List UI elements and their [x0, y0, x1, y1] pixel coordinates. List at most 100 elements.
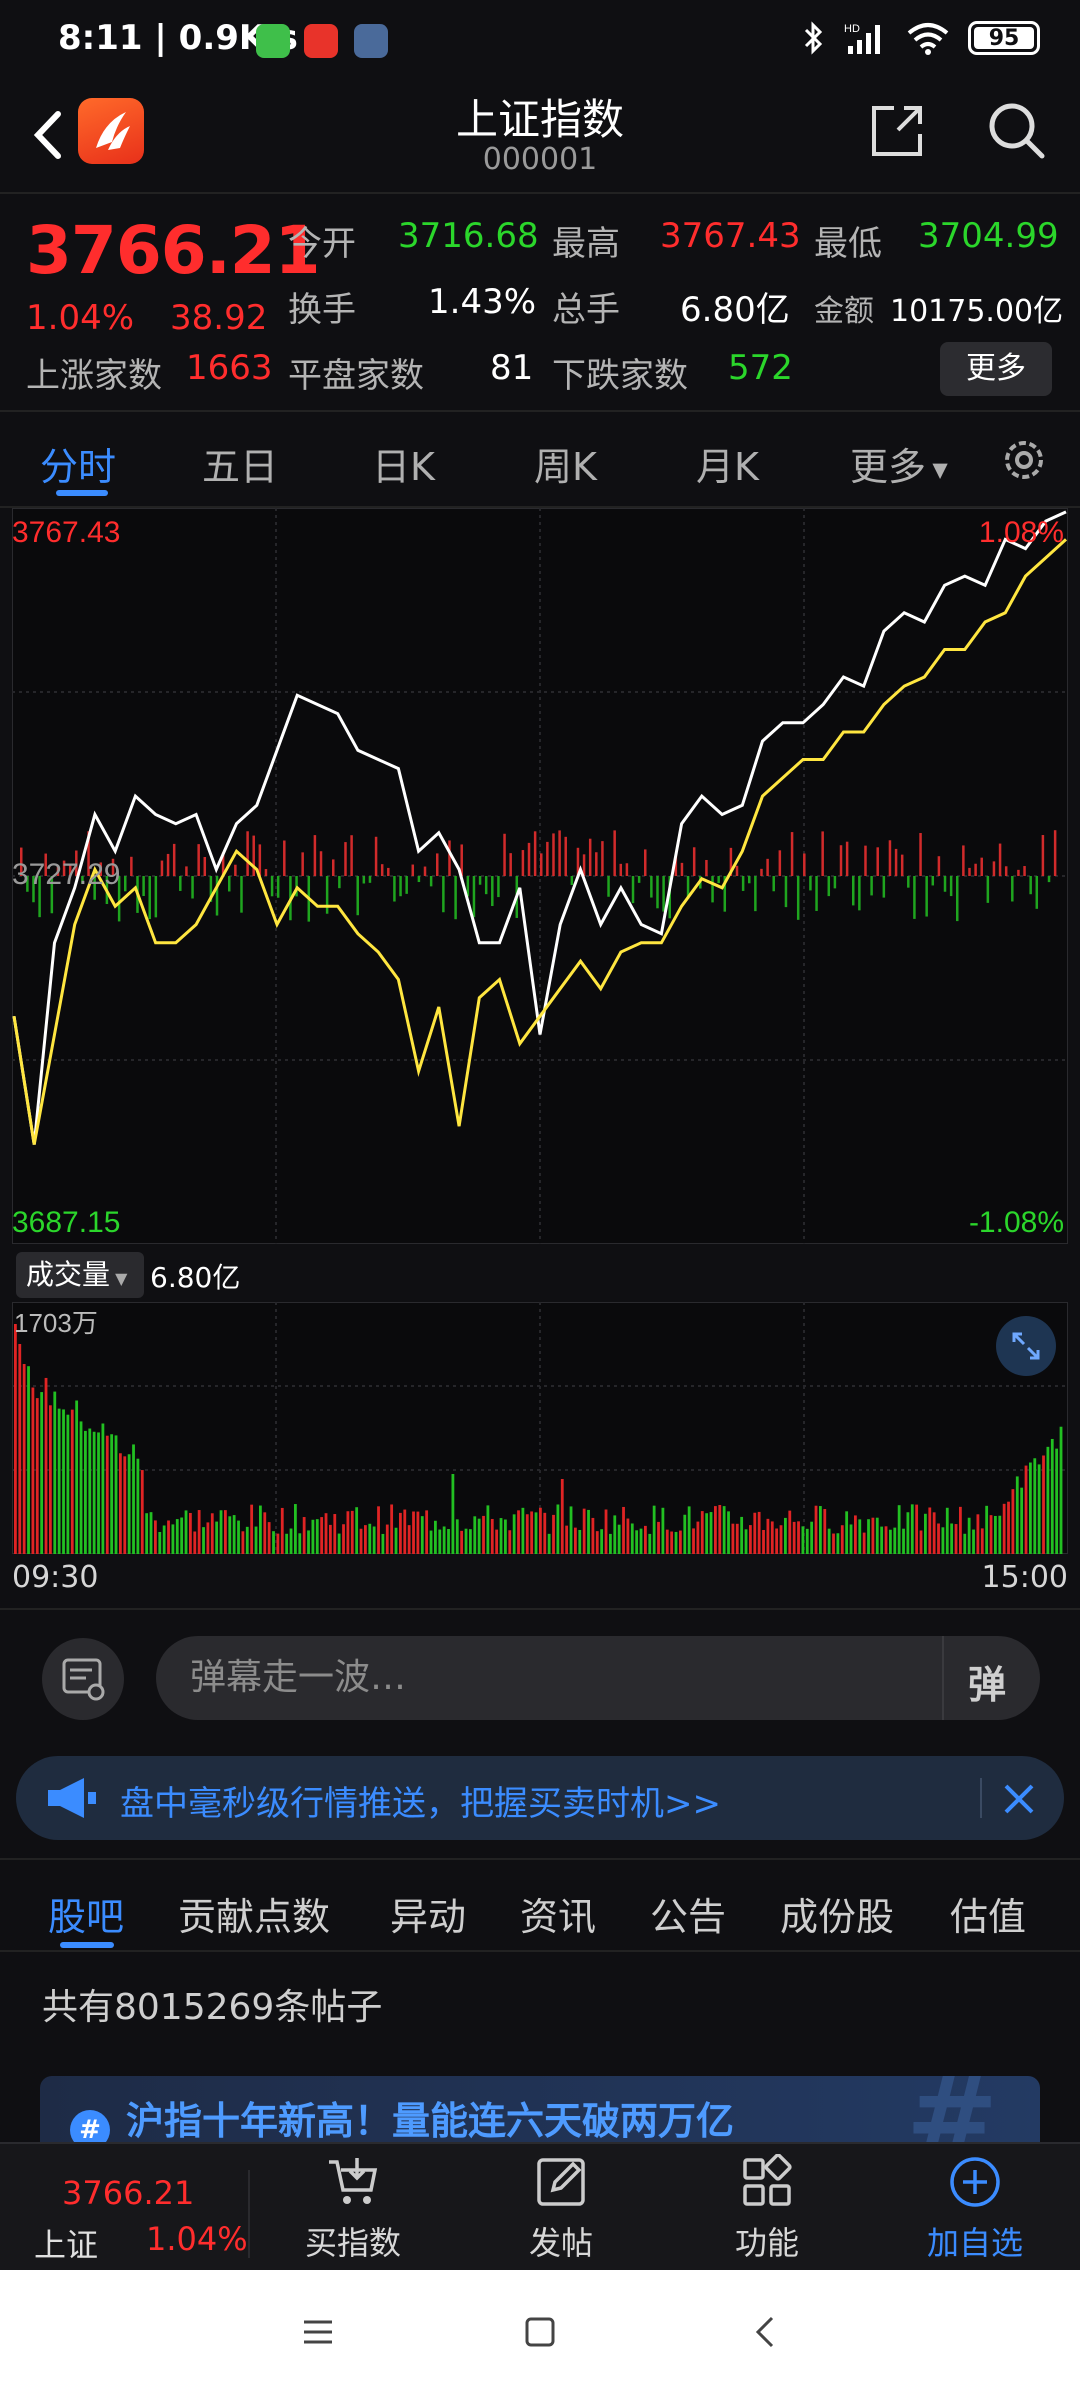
volume-bar — [44, 1377, 48, 1554]
sell-flow-bar — [325, 876, 329, 914]
sell-flow-bar — [784, 876, 788, 908]
volume-bar — [403, 1509, 407, 1554]
subtab-valuation[interactable]: 估值 — [950, 1886, 1026, 1941]
volume-bar — [40, 1392, 44, 1554]
functions-button[interactable]: 功能 — [702, 2154, 832, 2270]
danmaku-list-icon[interactable] — [42, 1638, 124, 1720]
volume-bar — [696, 1521, 700, 1554]
volume-bar — [945, 1507, 949, 1554]
mini-price: 3766.21 — [62, 2174, 195, 2212]
buy-flow-bar — [423, 866, 427, 876]
buy-flow-bar — [766, 858, 769, 876]
buy-flow-bar — [436, 853, 439, 876]
post-button[interactable]: 发帖 — [496, 2154, 626, 2270]
chart-top-percent: 1.08% — [979, 516, 1064, 549]
intraday-chart[interactable]: 3767.43 3727.29 3687.15 1.08% -1.08% — [12, 508, 1068, 1244]
volume-bar — [62, 1409, 65, 1554]
add-watchlist-button[interactable]: 加自选 — [910, 2154, 1040, 2270]
buy-flow-bar — [521, 850, 525, 876]
volume-bar — [337, 1533, 341, 1554]
buy-flow-bar — [760, 868, 763, 876]
volume-chart[interactable]: 1703万 — [12, 1302, 1068, 1554]
danmaku-input[interactable]: 弹幕走一波… — [156, 1636, 1040, 1720]
volume-bar — [119, 1453, 122, 1554]
close-icon[interactable] — [994, 1774, 1044, 1824]
volume-bar — [88, 1428, 92, 1554]
volume-bar — [460, 1530, 464, 1554]
volume-bar — [963, 1533, 967, 1554]
volume-bar — [1020, 1487, 1024, 1554]
buy-flow-bar — [864, 845, 867, 876]
volume-bar — [241, 1531, 245, 1554]
sell-flow-bar — [179, 876, 182, 891]
tab-intraday[interactable]: 分时 — [40, 436, 116, 491]
featured-post-title: 沪指十年新高！量能连六天破两万亿 — [126, 2099, 735, 2143]
expand-chart-icon[interactable] — [996, 1316, 1056, 1376]
volume-bar — [381, 1533, 385, 1554]
tab-underline — [56, 490, 108, 496]
sell-flow-bar — [270, 876, 274, 897]
header: 上证指数 000001 — [0, 84, 1080, 192]
volume-bar — [250, 1504, 254, 1554]
sell-flow-bar — [240, 876, 243, 913]
volume-bar — [521, 1507, 525, 1554]
volume-bar — [355, 1507, 359, 1554]
sell-flow-bar — [1047, 876, 1051, 883]
buy-flow-bar — [283, 840, 286, 876]
volume-bar — [245, 1526, 249, 1554]
tab-five-day[interactable]: 五日 — [202, 436, 278, 491]
share-icon[interactable] — [868, 100, 928, 160]
volume-bar — [661, 1507, 665, 1554]
tab-more[interactable]: 更多 ▼ — [850, 436, 948, 491]
volume-bar — [486, 1505, 490, 1554]
subtab-news[interactable]: 资讯 — [520, 1886, 596, 1941]
subtab-constituents[interactable]: 成份股 — [780, 1886, 894, 1941]
volume-bar — [324, 1513, 328, 1554]
volume-bar — [1046, 1446, 1050, 1554]
sell-flow-bar — [429, 876, 433, 887]
back-nav-icon[interactable] — [748, 2314, 784, 2350]
buy-flow-bar — [564, 836, 567, 876]
amount-value: 10175.00亿 — [890, 294, 1064, 329]
buy-flow-bar — [203, 857, 207, 876]
buy-index-button[interactable]: 买指数 — [288, 2154, 418, 2270]
volume-bar — [727, 1511, 730, 1554]
subtab-movements[interactable]: 异动 — [390, 1886, 466, 1941]
volume-bar — [591, 1517, 595, 1554]
settings-gear-icon[interactable] — [998, 434, 1050, 486]
open-value: 3716.68 — [398, 216, 539, 256]
volume-indicator-select[interactable]: 成交量 ▼ — [16, 1252, 144, 1298]
volume-bar — [718, 1504, 722, 1554]
sell-flow-bar — [484, 876, 488, 895]
buy-flow-bar — [601, 841, 604, 876]
buy-flow-bar — [160, 860, 164, 876]
volume-bar — [79, 1421, 83, 1554]
volume-bar — [889, 1529, 892, 1554]
index-quote-mini[interactable]: 3766.21 上证 1.04% — [0, 2144, 248, 2272]
home-icon[interactable] — [522, 2314, 558, 2350]
promo-banner[interactable]: 盘中毫秒级行情推送，把握买卖时机>> — [16, 1756, 1064, 1840]
buy-flow-bar — [246, 831, 249, 876]
menu-icon[interactable] — [300, 2314, 336, 2350]
time-axis-end: 15:00 — [981, 1560, 1068, 1595]
volume-bar — [495, 1529, 499, 1554]
buy-flow-bar — [172, 843, 176, 876]
buy-flow-bar — [387, 867, 390, 876]
subtab-contribution[interactable]: 贡献点数 — [178, 1886, 330, 1941]
volume-bar — [622, 1506, 625, 1554]
volume-bar — [569, 1506, 573, 1554]
buy-flow-bar — [185, 866, 188, 876]
tab-monthly-k[interactable]: 月K — [696, 436, 759, 491]
volume-bar — [705, 1513, 709, 1554]
subtab-forum[interactable]: 股吧 — [48, 1886, 124, 1941]
tab-daily-k[interactable]: 日K — [372, 436, 435, 491]
subtab-announcements[interactable]: 公告 — [650, 1886, 726, 1941]
danmaku-toggle-button[interactable]: 弹 — [942, 1636, 1040, 1720]
sell-flow-bar — [228, 876, 231, 892]
tab-weekly-k[interactable]: 周K — [534, 436, 597, 491]
search-icon[interactable] — [984, 98, 1048, 162]
volume-bar — [298, 1533, 302, 1554]
add-circle-icon — [950, 2157, 1000, 2207]
featured-post-card[interactable]: # 沪指十年新高！量能连六天破两万亿 # — [40, 2076, 1040, 2146]
more-quote-button[interactable]: 更多 — [940, 342, 1052, 396]
